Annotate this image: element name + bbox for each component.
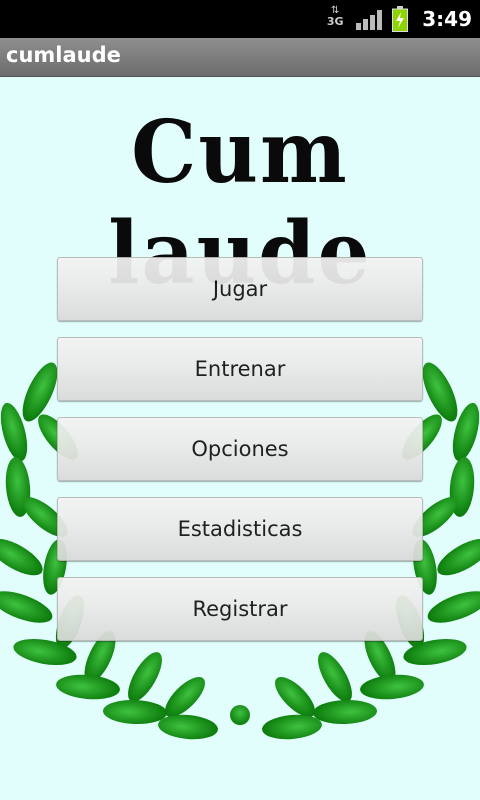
status-icons: ⇅ 3G 3:49 — [324, 0, 472, 38]
network-type-label: 3G — [326, 15, 344, 28]
opciones-button[interactable]: Opciones — [57, 417, 423, 481]
jugar-button[interactable]: Jugar — [57, 257, 423, 321]
battery-charging-icon — [392, 6, 409, 32]
status-bar: ⇅ 3G 3:49 — [0, 0, 480, 38]
title-bar: cumlaude — [0, 38, 480, 77]
data-activity-icon: ⇅ 3G — [324, 6, 346, 32]
entrenar-button[interactable]: Entrenar — [57, 337, 423, 401]
signal-icon — [356, 8, 383, 30]
registrar-button[interactable]: Registrar — [57, 577, 423, 641]
main-content: Cum laude Jugar Entrenar Opciones Estadi… — [0, 77, 480, 800]
clock: 3:49 — [422, 7, 472, 31]
app-title: cumlaude — [6, 43, 121, 67]
estadisticas-button[interactable]: Estadisticas — [57, 497, 423, 561]
